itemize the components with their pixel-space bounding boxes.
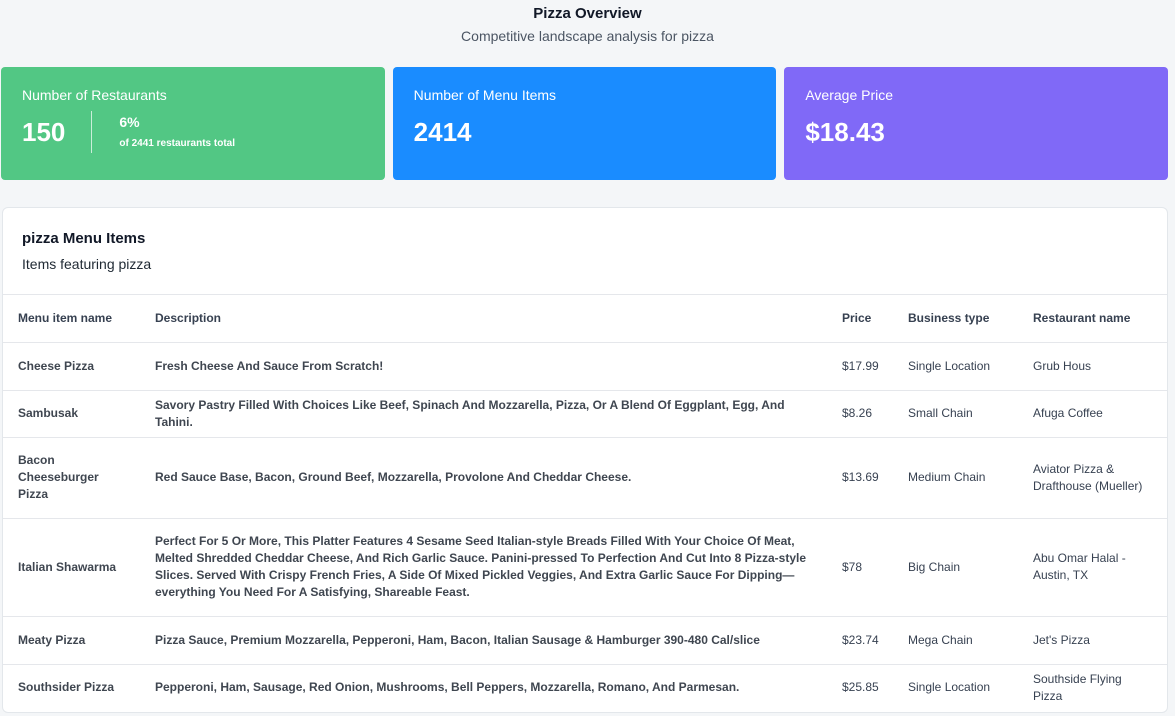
page-subtitle: Competitive landscape analysis for pizza [461,28,714,44]
column-header-business-type[interactable]: Business type [893,295,1018,343]
table-header-row: Menu item name Description Price Busines… [3,295,1167,343]
cell-restaurant: Afuga Coffee [1018,390,1167,438]
cell-price: $78 [827,518,893,617]
cell-price: $8.26 [827,390,893,438]
panel-title: pizza Menu Items [22,230,146,247]
panel-header: pizza Menu Items Items featuring pizza [3,208,1167,295]
cell-business-type: Medium Chain [893,437,1018,519]
restaurants-card: Number of Restaurants 150 6% of 2441 res… [1,67,385,180]
cell-business-type: Single Location [893,342,1018,391]
average-price-card: Average Price $18.43 [784,67,1169,180]
cell-name: Meaty Pizza [3,616,140,665]
cell-price: $13.69 [827,437,893,519]
cell-business-type: Mega Chain [893,616,1018,665]
cell-name: Cheese Pizza [3,342,140,391]
table-row[interactable]: Bacon Cheeseburger Pizza Red Sauce Base,… [3,437,1167,519]
cell-name: Italian Shawarma [3,518,140,617]
cell-description: Fresh Cheese And Sauce From Scratch! [140,342,827,391]
cell-price: $23.74 [827,616,893,665]
menu-items-card-title: Number of Menu Items [413,87,557,103]
cell-name: Bacon Cheeseburger Pizza [3,437,140,519]
dashboard-page: Pizza Overview Competitive landscape ana… [0,0,1175,716]
restaurants-count: 150 [22,111,93,153]
average-price-value: $18.43 [805,117,885,147]
table-row[interactable]: Italian Shawarma Perfect For 5 Or More, … [3,518,1167,617]
page-title: Pizza Overview [533,5,642,22]
restaurants-card-title: Number of Restaurants [22,87,167,103]
restaurants-share: 6% of 2441 restaurants total [92,113,235,151]
cell-restaurant: Grub Hous [1018,342,1167,391]
average-price-card-title: Average Price [805,87,894,103]
menu-items-panel: pizza Menu Items Items featuring pizza M… [2,207,1168,713]
cell-business-type: Big Chain [893,518,1018,617]
menu-items-card: Number of Menu Items 2414 [392,67,777,180]
column-header-price[interactable]: Price [827,295,893,343]
cell-restaurant: Aviator Pizza & Drafthouse (Mueller) [1018,437,1167,519]
cell-restaurant: Jet's Pizza [1018,616,1167,665]
cell-description: Savory Pastry Filled With Choices Like B… [140,390,827,438]
cell-business-type: Small Chain [893,390,1018,438]
cell-description: Pizza Sauce, Premium Mozzarella, Peppero… [140,616,827,665]
panel-subtitle: Items featuring pizza [22,256,152,272]
column-header-description[interactable]: Description [140,295,827,343]
page-header: Pizza Overview Competitive landscape ana… [0,0,1175,62]
cell-description: Red Sauce Base, Bacon, Ground Beef, Mozz… [140,437,827,519]
restaurants-card-body: 150 6% of 2441 restaurants total [22,111,364,153]
column-header-name[interactable]: Menu item name [3,295,140,343]
table-row[interactable]: Sambusak Savory Pastry Filled With Choic… [3,390,1167,438]
cell-restaurant: Southside Flying Pizza [1033,671,1122,703]
column-header-restaurant[interactable]: Restaurant name [1018,295,1167,343]
stat-cards: Number of Restaurants 150 6% of 2441 res… [1,67,1169,180]
cell-price: $25.85 [842,680,879,695]
cell-name: Sambusak [3,390,140,438]
menu-items-count: 2414 [413,117,472,147]
cell-description: Perfect For 5 Or More, This Platter Feat… [140,518,827,617]
table-row[interactable]: Meaty Pizza Pizza Sauce, Premium Mozzare… [3,616,1167,665]
menu-items-table: Menu item name Description Price Busines… [3,295,1167,711]
table-row[interactable]: Cheese Pizza Fresh Cheese And Sauce From… [3,342,1167,391]
restaurants-total-note: of 2441 restaurants total [119,138,235,149]
cell-description: Pepperoni, Ham, Sausage, Red Onion, Mush… [155,680,740,695]
cell-business-type: Single Location [908,680,991,695]
cell-restaurant: Abu Omar Halal - Austin, TX [1018,518,1167,617]
table-row[interactable]: Southsider Pizza Pepperoni, Ham, Sausage… [3,664,1167,711]
cell-name: Southsider Pizza [18,680,115,695]
cell-price: $17.99 [827,342,893,391]
restaurants-percent: 6% [119,114,140,130]
